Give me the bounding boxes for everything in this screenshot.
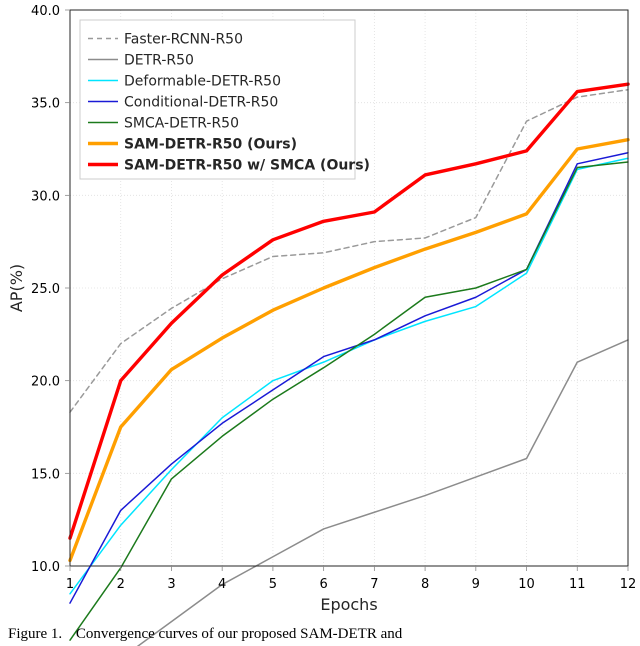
x-tick-label: 6 — [319, 577, 327, 592]
y-axis-label: AP(%) — [7, 264, 26, 312]
y-tick-label: 40.0 — [31, 4, 60, 19]
legend-label: SAM-DETR-R50 (Ours) — [124, 137, 297, 153]
caption: Figure 1. Convergence curves of our prop… — [8, 626, 403, 642]
y-axis: 10.0 15.0 20.0 25.0 30.0 35.0 40.0 — [31, 4, 70, 575]
y-tick-label: 35.0 — [31, 97, 60, 112]
legend-label: Faster-RCNN-R50 — [124, 32, 243, 48]
caption-prefix: Figure 1. — [8, 626, 62, 642]
x-tick-label: 8 — [421, 577, 429, 592]
legend-label: SAM-DETR-R50 w/ SMCA (Ours) — [124, 158, 370, 174]
y-tick-label: 30.0 — [31, 189, 60, 204]
x-tick-label: 4 — [218, 577, 226, 592]
x-tick-label: 12 — [620, 577, 637, 592]
x-tick-label: 11 — [569, 577, 586, 592]
x-axis: 123456789101112 — [66, 566, 636, 592]
y-tick-label: 10.0 — [31, 560, 60, 575]
legend-label: Conditional-DETR-R50 — [124, 95, 278, 111]
x-tick-label: 10 — [518, 577, 535, 592]
legend-label: SMCA-DETR-R50 — [124, 116, 239, 132]
legend-label: Deformable-DETR-R50 — [124, 74, 281, 90]
x-tick-label: 5 — [269, 577, 277, 592]
legend: Faster-RCNN-R50 DETR-R50 Deformable-DETR-R… — [80, 20, 370, 179]
plot-area: 12345678910111210.015.020.025.030.035.04… — [7, 4, 636, 646]
y-tick-label: 15.0 — [31, 467, 60, 482]
x-tick-label: 3 — [167, 577, 175, 592]
x-tick-label: 2 — [117, 577, 125, 592]
x-tick-label: 1 — [66, 577, 74, 592]
legend-label: DETR-R50 — [124, 53, 194, 69]
chart-container: 12345678910111210.015.020.025.030.035.04… — [0, 0, 640, 646]
chart-svg: 12345678910111210.015.020.025.030.035.04… — [0, 0, 640, 646]
x-axis-label: Epochs — [320, 595, 377, 614]
y-tick-label: 25.0 — [31, 282, 60, 297]
y-tick-label: 20.0 — [31, 375, 60, 390]
caption-text: Convergence curves of our proposed SAM-D… — [76, 626, 403, 642]
x-tick-label: 9 — [472, 577, 480, 592]
x-tick-label: 7 — [370, 577, 378, 592]
